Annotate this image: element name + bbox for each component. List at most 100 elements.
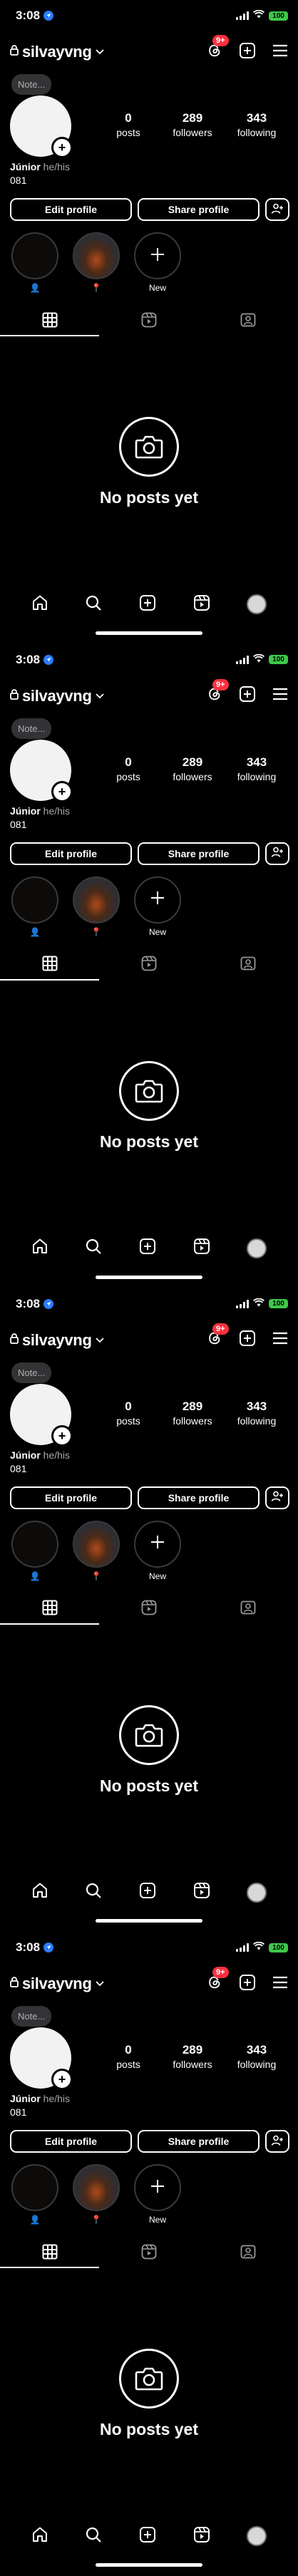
menu-button[interactable] <box>271 687 289 705</box>
new-highlight[interactable]: New <box>133 876 183 938</box>
create-button[interactable] <box>238 686 257 705</box>
nav-profile-avatar[interactable] <box>247 594 267 614</box>
following-stat[interactable]: 343 following <box>235 755 278 782</box>
followers-stat[interactable]: 289 followers <box>171 755 214 782</box>
following-stat[interactable]: 343 following <box>235 111 278 138</box>
status-time: 3:08 <box>16 9 54 23</box>
new-highlight[interactable]: New <box>133 232 183 294</box>
nav-create[interactable] <box>139 2526 156 2547</box>
followers-stat[interactable]: 289 followers <box>171 1400 214 1427</box>
share-profile-button[interactable]: Share profile <box>138 2130 260 2153</box>
account-switcher[interactable]: silvayvng <box>10 1975 104 1993</box>
menu-button[interactable] <box>271 43 289 61</box>
nav-search[interactable] <box>85 594 102 615</box>
profile-avatar[interactable]: + <box>10 2027 73 2091</box>
add-person-icon <box>271 847 284 860</box>
account-switcher[interactable]: silvayvng <box>10 1331 104 1350</box>
nav-profile-avatar[interactable] <box>247 2526 267 2547</box>
create-button[interactable] <box>238 42 257 61</box>
profile-avatar[interactable]: + <box>10 739 73 802</box>
following-stat[interactable]: 343 following <box>235 1400 278 1427</box>
add-story-icon[interactable]: + <box>51 137 73 158</box>
share-profile-button[interactable]: Share profile <box>138 198 260 221</box>
edit-profile-button[interactable]: Edit profile <box>10 198 132 221</box>
menu-button[interactable] <box>271 1331 289 1350</box>
nav-home[interactable] <box>31 594 48 615</box>
account-switcher[interactable]: silvayvng <box>10 687 104 705</box>
add-story-icon[interactable]: + <box>51 1424 73 1447</box>
nav-home[interactable] <box>31 1238 48 1258</box>
share-profile-button[interactable]: Share profile <box>138 1486 260 1509</box>
tab-reels[interactable] <box>99 1598 198 1622</box>
nav-home[interactable] <box>31 2526 48 2547</box>
tab-tagged[interactable] <box>199 2241 298 2265</box>
nav-search[interactable] <box>85 1238 102 1258</box>
nav-create[interactable] <box>139 1882 156 1903</box>
home-indicator[interactable] <box>96 1275 202 1279</box>
threads-button[interactable]: 9+ <box>205 35 229 61</box>
tab-posts-grid[interactable] <box>0 2241 99 2265</box>
share-profile-button[interactable]: Share profile <box>138 842 260 865</box>
add-story-icon[interactable]: + <box>51 2069 73 2091</box>
tab-tagged[interactable] <box>199 953 298 978</box>
highlight-item[interactable]: 👤 <box>10 1520 60 1582</box>
tab-posts-grid[interactable] <box>0 309 99 333</box>
tab-posts-grid[interactable] <box>0 1598 99 1622</box>
tab-tagged[interactable] <box>199 309 298 333</box>
profile-avatar[interactable]: + <box>10 1383 73 1447</box>
nav-reels[interactable] <box>193 2526 210 2547</box>
threads-button[interactable]: 9+ <box>205 1967 229 1993</box>
followers-stat[interactable]: 289 followers <box>171 111 214 138</box>
tab-posts-grid[interactable] <box>0 953 99 978</box>
discover-people-button[interactable] <box>265 198 289 221</box>
highlight-item[interactable]: 📍 <box>71 876 121 938</box>
discover-people-button[interactable] <box>265 1486 289 1509</box>
menu-button[interactable] <box>271 1975 289 1993</box>
highlight-item[interactable]: 📍 <box>71 2164 121 2225</box>
nav-search[interactable] <box>85 2526 102 2547</box>
new-highlight[interactable]: New <box>133 1520 183 1582</box>
nav-profile-avatar[interactable] <box>247 1238 267 1258</box>
followers-stat[interactable]: 289 followers <box>171 2043 214 2070</box>
highlight-item[interactable]: 👤 <box>10 876 60 938</box>
note-bubble[interactable]: Note... <box>11 2006 52 2027</box>
highlight-item[interactable]: 👤 <box>10 232 60 294</box>
add-story-icon[interactable]: + <box>51 780 73 802</box>
tab-reels[interactable] <box>99 2241 198 2265</box>
discover-people-button[interactable] <box>265 2130 289 2153</box>
profile-header: silvayvng 9+ <box>10 35 289 63</box>
nav-create[interactable] <box>139 594 156 615</box>
tab-reels[interactable] <box>99 309 198 333</box>
nav-profile-avatar[interactable] <box>247 1882 267 1903</box>
highlight-item[interactable]: 📍 <box>71 232 121 294</box>
note-bubble[interactable]: Note... <box>11 74 52 95</box>
create-button[interactable] <box>238 1974 257 1993</box>
search-icon <box>85 1239 102 1258</box>
nav-home[interactable] <box>31 1882 48 1903</box>
home-indicator[interactable] <box>96 1919 202 1923</box>
note-bubble[interactable]: Note... <box>11 1362 52 1383</box>
nav-reels[interactable] <box>193 1238 210 1258</box>
edit-profile-button[interactable]: Edit profile <box>10 2130 132 2153</box>
nav-reels[interactable] <box>193 1882 210 1903</box>
home-indicator[interactable] <box>96 631 202 635</box>
following-stat[interactable]: 343 following <box>235 2043 278 2070</box>
nav-search[interactable] <box>85 1882 102 1903</box>
tab-reels[interactable] <box>99 953 198 978</box>
threads-button[interactable]: 9+ <box>205 1323 229 1350</box>
highlight-item[interactable]: 📍 <box>71 1520 121 1582</box>
tab-tagged[interactable] <box>199 1598 298 1622</box>
discover-people-button[interactable] <box>265 842 289 865</box>
create-button[interactable] <box>238 1330 257 1350</box>
account-switcher[interactable]: silvayvng <box>10 43 104 61</box>
note-bubble[interactable]: Note... <box>11 718 52 739</box>
profile-avatar[interactable]: + <box>10 95 73 158</box>
new-highlight[interactable]: New <box>133 2164 183 2225</box>
home-indicator[interactable] <box>96 2563 202 2567</box>
edit-profile-button[interactable]: Edit profile <box>10 842 132 865</box>
nav-create[interactable] <box>139 1238 156 1258</box>
threads-button[interactable]: 9+ <box>205 678 229 705</box>
nav-reels[interactable] <box>193 594 210 615</box>
edit-profile-button[interactable]: Edit profile <box>10 1486 132 1509</box>
highlight-item[interactable]: 👤 <box>10 2164 60 2225</box>
